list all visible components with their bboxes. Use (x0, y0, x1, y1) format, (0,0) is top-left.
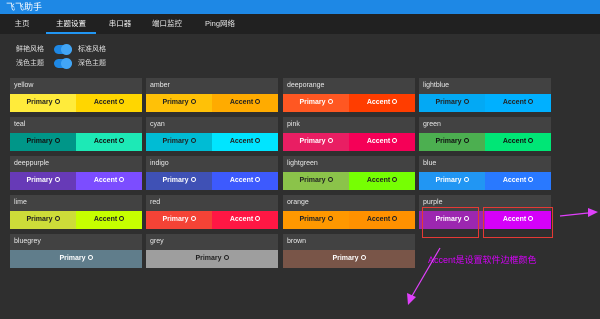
arrow-down-head (407, 293, 416, 305)
annotation-arrows (407, 208, 598, 305)
arrow-down-line (411, 247, 441, 297)
arrow-right-head (588, 208, 598, 217)
arrow-right-line (559, 212, 589, 217)
